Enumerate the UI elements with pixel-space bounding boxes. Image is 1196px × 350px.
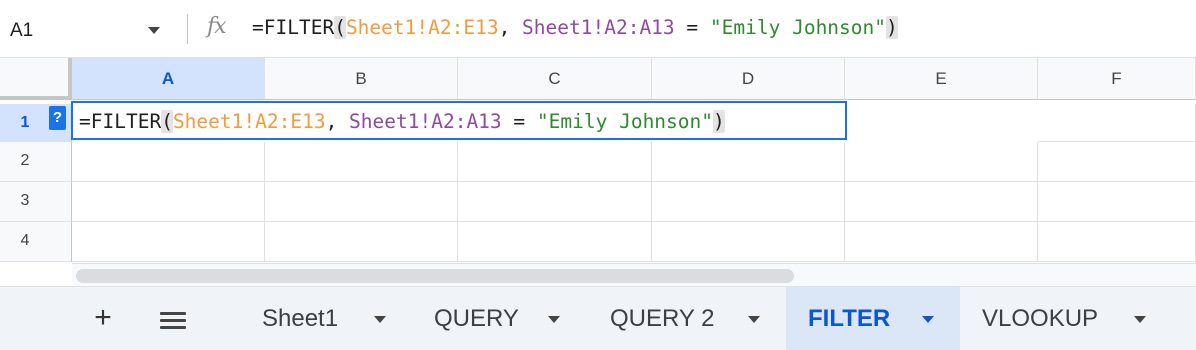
cell-c2[interactable] <box>458 142 652 182</box>
cell-c3[interactable] <box>458 182 652 222</box>
chevron-down-icon[interactable] <box>374 316 386 323</box>
cell-d3[interactable] <box>652 182 845 222</box>
column-header-c[interactable]: C <box>458 58 652 100</box>
cell-f2[interactable] <box>1038 142 1196 182</box>
cell-d4[interactable] <box>652 222 845 262</box>
tab-label: VLOOKUP <box>982 305 1099 332</box>
column-header-a[interactable]: A <box>72 58 265 100</box>
formula-close-paren: ) <box>713 110 725 133</box>
formula-bar: A1 fx =FILTER(Sheet1!A2:E13, Sheet1!A2:A… <box>0 0 1196 58</box>
cell-f3[interactable] <box>1038 182 1196 222</box>
chevron-down-icon[interactable] <box>548 316 560 323</box>
fx-icon: fx <box>207 14 227 39</box>
tab-query[interactable]: QUERY <box>418 287 578 350</box>
formula-close-paren: ) <box>886 16 898 39</box>
cell-a4[interactable] <box>72 222 265 262</box>
cell-f4[interactable] <box>1038 222 1196 262</box>
row-header-2[interactable]: 2 <box>0 142 72 182</box>
scrollbar-thumb[interactable] <box>76 269 794 283</box>
column-header-b[interactable]: B <box>265 58 458 100</box>
row-number: 4 <box>20 232 30 249</box>
chevron-down-icon[interactable] <box>748 316 760 323</box>
formula-string: "Emily Johnson" <box>709 16 887 39</box>
tab-label: QUERY 2 <box>610 305 715 332</box>
formula-range-2: Sheet1!A2:A13 <box>349 110 502 133</box>
row-header-3[interactable]: 3 <box>0 182 72 222</box>
row-number: 1 <box>20 114 30 131</box>
cell-e4[interactable] <box>845 222 1038 262</box>
cell-c4[interactable] <box>458 222 652 262</box>
add-sheet-icon[interactable]: + <box>86 299 120 339</box>
cell-a2[interactable] <box>72 142 265 182</box>
row-header-4[interactable]: 4 <box>0 222 72 262</box>
formula-separator: , <box>325 110 350 133</box>
chevron-down-icon[interactable] <box>922 316 934 323</box>
column-header-f[interactable]: F <box>1038 58 1196 100</box>
cell-b4[interactable] <box>265 222 458 262</box>
formula-separator: , <box>498 16 523 39</box>
horizontal-scrollbar[interactable] <box>72 263 1196 286</box>
formula-string: "Emily Johnson" <box>536 110 714 133</box>
row-number: 2 <box>20 152 30 169</box>
tab-filter[interactable]: FILTER <box>786 287 960 350</box>
active-cell-a1[interactable]: =FILTER(Sheet1!A2:E13, Sheet1!A2:A13 = "… <box>71 101 847 140</box>
formula-open-paren: ( <box>161 110 173 133</box>
cell-e2[interactable] <box>845 142 1038 182</box>
cell-b2[interactable] <box>265 142 458 182</box>
column-header-d[interactable]: D <box>652 58 845 100</box>
name-box[interactable]: A1 <box>0 10 180 50</box>
formula-open-paren: ( <box>334 16 346 39</box>
formula-input[interactable]: =FILTER(Sheet1!A2:E13, Sheet1!A2:A13 = "… <box>252 16 898 39</box>
formula-range-1: Sheet1!A2:E13 <box>345 16 499 39</box>
cell-a3[interactable] <box>72 182 265 222</box>
formula-help-badge[interactable]: ? <box>49 106 66 130</box>
chevron-down-icon[interactable] <box>1134 316 1146 323</box>
formula-function: =FILTER <box>79 110 162 133</box>
cell-b3[interactable] <box>265 182 458 222</box>
tab-label: FILTER <box>808 305 891 332</box>
formula-function: =FILTER <box>252 16 335 39</box>
cell-reference[interactable]: A1 <box>10 20 33 42</box>
formula-range-1: Sheet1!A2:E13 <box>172 110 326 133</box>
tab-query-2[interactable]: QUERY 2 <box>592 287 782 350</box>
column-header-e[interactable]: E <box>845 58 1038 100</box>
formula-range-2: Sheet1!A2:A13 <box>522 16 675 39</box>
row-number: 3 <box>20 192 30 209</box>
tab-sheet1[interactable]: Sheet1 <box>246 287 406 350</box>
tab-label: QUERY <box>434 305 519 332</box>
select-all-corner[interactable] <box>0 58 72 100</box>
cell-formula-editor[interactable]: =FILTER(Sheet1!A2:E13, Sheet1!A2:A13 = "… <box>79 110 725 133</box>
cell-e3[interactable] <box>845 182 1038 222</box>
formula-operator: = <box>674 16 710 39</box>
spreadsheet-grid: A B C D E F 1 2 3 4 ? =FILTER(Sheet1!A2:… <box>0 58 1196 286</box>
formula-operator: = <box>501 110 537 133</box>
divider <box>187 14 188 44</box>
chevron-down-icon[interactable] <box>148 27 160 34</box>
tab-label: Sheet1 <box>262 305 339 332</box>
all-sheets-menu-icon[interactable] <box>160 312 190 329</box>
sheet-tab-bar: + Sheet1 QUERY QUERY 2 FILTER VLOOKUP <box>0 286 1196 350</box>
cell-f1[interactable] <box>1038 104 1196 142</box>
tab-vlookup[interactable]: VLOOKUP <box>966 287 1166 350</box>
cell-d2[interactable] <box>652 142 845 182</box>
